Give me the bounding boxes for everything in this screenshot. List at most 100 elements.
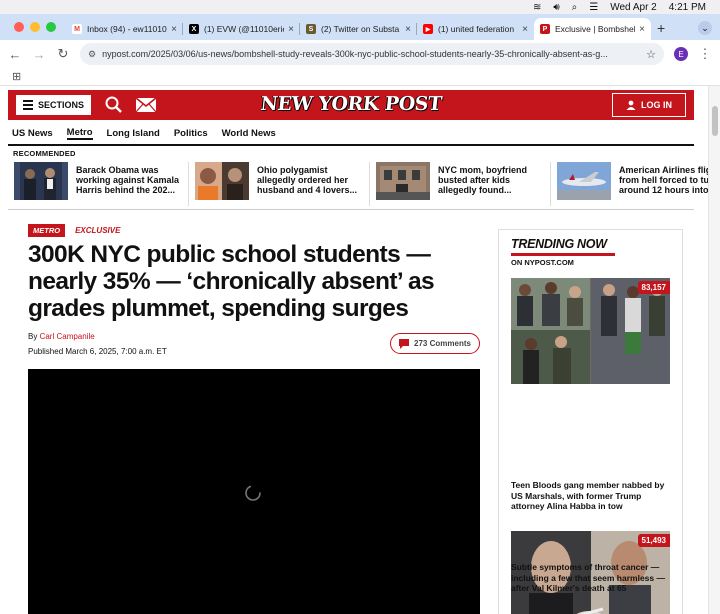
- trending-subtitle: ON NYPOST.COM: [511, 258, 574, 267]
- recommended-headline[interactable]: Ohio polygamist allegedly ordered her hu…: [257, 162, 363, 206]
- browser-tab[interactable]: S (2) Twitter on Substa ×: [300, 18, 417, 40]
- browser-tab[interactable]: X (1) EVW (@11010erie ×: [183, 18, 300, 40]
- forward-arrow-icon[interactable]: →: [32, 47, 46, 62]
- gmail-icon: M: [72, 24, 82, 34]
- scrollbar-thumb[interactable]: [712, 106, 718, 136]
- bookmark-star-icon[interactable]: ☆: [646, 48, 656, 61]
- tab-close-icon[interactable]: ×: [639, 24, 645, 35]
- exclusive-tag: EXCLUSIVE: [75, 226, 121, 235]
- tab-label: Inbox (94) - ew11010: [87, 24, 167, 34]
- search-icon[interactable]: [105, 96, 123, 114]
- trending-view-count: 83,157: [637, 281, 670, 294]
- thumbnail-image[interactable]: [557, 162, 611, 200]
- page-scrollbar[interactable]: [708, 86, 720, 614]
- tab-close-icon[interactable]: ×: [288, 24, 294, 35]
- article-headline: 300K NYC public school students — nearly…: [28, 241, 435, 322]
- nav-item-world-news[interactable]: World News: [222, 128, 276, 139]
- nav-item-us-news[interactable]: US News: [12, 128, 53, 139]
- login-label: LOG IN: [641, 100, 672, 110]
- trending-headline[interactable]: Subtle symptoms of throat cancer — inclu…: [511, 562, 676, 594]
- recommended-item[interactable]: NYC mom, boyfriend busted after kids all…: [370, 162, 551, 206]
- tab-label: (2) Twitter on Substa: [321, 24, 400, 34]
- byline-prefix: By: [28, 332, 38, 341]
- tab-label: Exclusive | Bombshel: [555, 24, 636, 34]
- tab-label: (1) united federation: [438, 24, 515, 34]
- trending-sidebar: TRENDING NOW ON NYPOST.COM 83,157 Teen B…: [498, 229, 683, 614]
- wifi-icon[interactable]: ≋: [533, 2, 541, 13]
- window-controls: [0, 14, 66, 40]
- thumbnail-image[interactable]: [376, 162, 430, 200]
- comment-icon: [399, 338, 410, 349]
- address-url[interactable]: nypost.com/2025/03/06/us-news/bombshell-…: [102, 49, 640, 59]
- author-link[interactable]: Carl Campanile: [40, 332, 95, 341]
- video-player[interactable]: [28, 369, 480, 614]
- browser-tab[interactable]: M Inbox (94) - ew11010 ×: [66, 18, 183, 40]
- article-tags: METRO EXCLUSIVE: [28, 224, 120, 237]
- sections-button[interactable]: SECTIONS: [16, 95, 92, 115]
- trending-headline[interactable]: Teen Bloods gang member nabbed by US Mar…: [511, 480, 676, 512]
- recommended-strip: Barack Obama was working against Kamala …: [8, 162, 708, 206]
- system-time: 4:21 PM: [668, 1, 706, 13]
- recommended-label: RECOMMENDED: [13, 149, 76, 158]
- login-button[interactable]: LOG IN: [612, 93, 686, 117]
- site-header: SECTIONS NEW YORK POST LOG IN: [8, 90, 694, 120]
- browser-tab-active[interactable]: P Exclusive | Bombshel ×: [534, 18, 651, 40]
- back-arrow-icon[interactable]: ←: [8, 47, 22, 62]
- user-icon: [626, 100, 636, 110]
- chrome-menu-icon[interactable]: ⋮: [698, 46, 712, 62]
- substack-icon: S: [306, 24, 316, 34]
- browser-toolbar: ← → ↻ ⚙ nypost.com/2025/03/06/us-news/bo…: [0, 40, 720, 68]
- minimize-window-button[interactable]: [30, 22, 40, 32]
- recommended-headline[interactable]: American Airlines flig from hell forced …: [619, 162, 708, 206]
- youtube-icon: ▶: [423, 24, 433, 34]
- trending-title: TRENDING NOW: [511, 237, 607, 251]
- nav-item-metro[interactable]: Metro: [66, 127, 93, 140]
- tab-search-icon[interactable]: ⌄: [698, 21, 712, 35]
- recommended-divider: [8, 209, 694, 210]
- nypost-icon: P: [540, 24, 550, 34]
- webpage: SECTIONS NEW YORK POST LOG IN US News Me…: [0, 86, 708, 614]
- site-logo[interactable]: NEW YORK POST: [259, 93, 442, 115]
- close-window-button[interactable]: [14, 22, 24, 32]
- section-nav: US News Metro Long Island Politics World…: [8, 124, 694, 142]
- recommended-item[interactable]: Ohio polygamist allegedly ordered her hu…: [189, 162, 370, 206]
- profile-avatar[interactable]: E: [674, 47, 688, 61]
- thumbnail-image[interactable]: [14, 162, 68, 200]
- thumbnail-image[interactable]: [195, 162, 249, 200]
- article-byline: By Carl Campanile: [28, 332, 95, 341]
- tab-close-icon[interactable]: ×: [171, 24, 177, 35]
- tab-label: (1) EVW (@11010erie: [204, 24, 285, 34]
- mail-icon[interactable]: [135, 97, 157, 113]
- system-menu-bar: ≋ 🔊︎ ⌕ ☰ Wed Apr 2 4:21 PM: [0, 0, 720, 14]
- comments-count: 273 Comments: [414, 339, 471, 348]
- recommended-headline[interactable]: Barack Obama was working against Kamala …: [76, 162, 182, 206]
- nav-item-politics[interactable]: Politics: [174, 128, 208, 139]
- sections-label: SECTIONS: [38, 100, 85, 110]
- recommended-item[interactable]: Barack Obama was working against Kamala …: [8, 162, 189, 206]
- site-info-icon[interactable]: ⚙: [88, 49, 96, 60]
- tab-close-icon[interactable]: ×: [405, 24, 411, 35]
- comments-button[interactable]: 273 Comments: [390, 333, 480, 354]
- tab-close-icon[interactable]: ×: [522, 24, 528, 35]
- spotlight-icon[interactable]: ⌕: [572, 2, 578, 13]
- recommended-headline[interactable]: NYC mom, boyfriend busted after kids all…: [438, 162, 544, 206]
- section-tag[interactable]: METRO: [28, 224, 66, 237]
- control-center-icon[interactable]: ☰: [589, 2, 598, 13]
- recommended-item[interactable]: American Airlines flig from hell forced …: [551, 162, 708, 206]
- new-tab-button[interactable]: +: [651, 20, 673, 40]
- fullscreen-window-button[interactable]: [46, 22, 56, 32]
- trending-image[interactable]: 83,157: [511, 278, 670, 384]
- volume-icon[interactable]: 🔊︎: [553, 2, 559, 13]
- reload-icon[interactable]: ↻: [56, 46, 70, 62]
- browser-tab[interactable]: ▶ (1) united federation ×: [417, 18, 534, 40]
- nav-divider: [8, 144, 694, 146]
- x-icon: X: [189, 24, 199, 34]
- nav-item-long-island[interactable]: Long Island: [107, 128, 160, 139]
- loading-spinner-icon: [245, 485, 261, 501]
- browser-tab-strip: M Inbox (94) - ew11010 × X (1) EVW (@110…: [0, 14, 720, 40]
- apps-grid-icon[interactable]: ⊞: [12, 70, 21, 83]
- hamburger-icon: [23, 98, 33, 112]
- system-date: Wed Apr 2: [610, 1, 657, 13]
- bookmarks-bar: ⊞: [0, 68, 720, 86]
- address-bar[interactable]: ⚙ nypost.com/2025/03/06/us-news/bombshel…: [80, 43, 664, 65]
